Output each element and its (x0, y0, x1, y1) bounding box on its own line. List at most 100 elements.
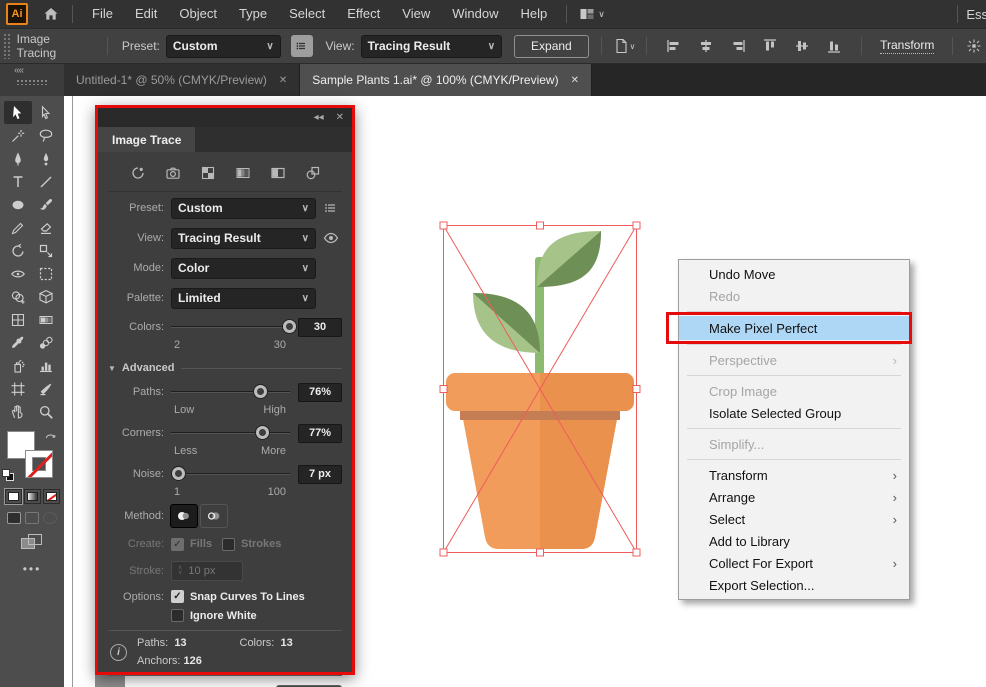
perspective-grid-tool-icon[interactable] (32, 285, 60, 308)
slider-knob[interactable] (172, 467, 185, 480)
paths-value-field[interactable]: 76% (298, 383, 342, 402)
panel-grip[interactable] (3, 33, 11, 59)
document-setup-icon[interactable]: ∨ (610, 35, 639, 57)
context-menu-item[interactable]: Crop Image (679, 380, 909, 402)
paintbrush-tool-icon[interactable] (32, 193, 60, 216)
stroke-swatch[interactable] (25, 450, 53, 478)
ignore-white-checkbox[interactable] (171, 609, 184, 622)
preset-menu-icon[interactable] (320, 200, 342, 216)
align-center-h-tool-icon[interactable] (693, 35, 719, 57)
palette-dropdown[interactable]: Limited ∨ (171, 288, 316, 309)
colors-value-field[interactable]: 30 (298, 318, 342, 337)
context-menu-item[interactable]: Make Pixel Perfect (679, 316, 909, 340)
panel-view-dropdown[interactable]: Tracing Result ∨ (171, 228, 316, 249)
draw-behind-icon[interactable] (25, 512, 39, 524)
width-tool-icon[interactable] (4, 262, 32, 285)
swap-fill-stroke-icon[interactable] (44, 430, 57, 446)
rotate-tool-icon[interactable] (4, 239, 32, 262)
colors-slider[interactable] (171, 320, 290, 334)
gradient-tool-icon[interactable] (32, 308, 60, 331)
color-button[interactable] (5, 489, 22, 504)
line-segment-tool-icon[interactable] (32, 170, 60, 193)
context-menu-item[interactable]: Redo (679, 285, 909, 307)
free-distort-icon[interactable] (961, 35, 986, 57)
gradient-button[interactable] (24, 489, 41, 504)
transform-link[interactable]: Transform (880, 38, 934, 54)
align-right-tool-icon[interactable] (725, 35, 751, 57)
expand-button[interactable]: Expand (514, 35, 589, 58)
align-top-tool-icon[interactable] (757, 35, 783, 57)
collapse-panel-icon[interactable]: ◂◂ (314, 112, 324, 123)
low-color-tool-icon[interactable] (199, 164, 217, 182)
close-panel-icon[interactable]: ✕ (336, 112, 344, 123)
tools-dock-header[interactable]: «« (0, 64, 64, 96)
paths-slider[interactable] (171, 385, 290, 399)
context-menu-item[interactable]: Arrange › (679, 486, 909, 508)
document-tab[interactable]: Sample Plants 1.ai* @ 100% (CMYK/Preview… (300, 64, 592, 96)
default-fill-stroke-icon[interactable] (2, 469, 15, 482)
noise-value-field[interactable]: 7 px (298, 465, 342, 484)
menu-item[interactable]: Edit (124, 0, 168, 28)
column-graph-tool-icon[interactable] (32, 354, 60, 377)
traced-plant-image[interactable] (443, 225, 637, 553)
high-color-tool-icon[interactable] (164, 164, 182, 182)
zoom-tool-icon[interactable] (32, 400, 60, 423)
black-white-tool-icon[interactable] (269, 164, 287, 182)
align-center-v-tool-icon[interactable] (789, 35, 815, 57)
eye-icon[interactable] (320, 230, 342, 246)
free-transform-tool-icon[interactable] (32, 262, 60, 285)
context-menu-item[interactable]: Add to Library (679, 530, 909, 552)
preset-dropdown[interactable]: Custom ∨ (166, 35, 281, 58)
artboard-tool-icon[interactable] (4, 377, 32, 400)
arrange-documents-icon[interactable]: ∨ (579, 6, 605, 22)
screen-mode-icon[interactable] (21, 534, 43, 550)
draw-normal-icon[interactable] (7, 512, 21, 524)
shaper-tool-icon[interactable] (4, 216, 32, 239)
menu-item[interactable]: Effect (336, 0, 391, 28)
context-menu-item[interactable]: Undo Move (679, 263, 909, 285)
menu-item[interactable]: Select (278, 0, 336, 28)
menu-item[interactable]: Help (509, 0, 558, 28)
pen-tool-icon[interactable] (4, 147, 32, 170)
eyedropper-tool-icon[interactable] (4, 331, 32, 354)
stroke-width-stepper[interactable]: ∧∨ 10 px (171, 561, 243, 581)
corners-slider[interactable] (171, 426, 290, 440)
direct-selection-tool-icon[interactable] (32, 101, 60, 124)
mode-dropdown[interactable]: Color ∨ (171, 258, 316, 279)
slider-knob[interactable] (283, 320, 296, 333)
scale-tool-icon[interactable] (32, 239, 60, 262)
edit-toolbar-icon[interactable]: ••• (0, 562, 64, 576)
menu-item[interactable]: View (391, 0, 441, 28)
home-icon[interactable] (38, 6, 64, 22)
noise-slider[interactable] (171, 467, 290, 481)
app-logo-icon[interactable]: Ai (6, 3, 28, 25)
mesh-tool-icon[interactable] (4, 308, 32, 331)
symbol-sprayer-tool-icon[interactable] (4, 354, 32, 377)
eraser-tool-icon[interactable] (32, 216, 60, 239)
close-tab-icon[interactable]: ✕ (279, 75, 287, 86)
outline-tool-icon[interactable] (304, 164, 322, 182)
curvature-tool-icon[interactable] (32, 147, 60, 170)
collapse-dock-icon[interactable]: «« (14, 65, 23, 76)
dock-grip[interactable] (16, 79, 48, 85)
context-menu-item[interactable]: Perspective › (679, 349, 909, 371)
context-menu-item[interactable]: Export Selection... (679, 574, 909, 596)
fills-checkbox[interactable]: ✓ (171, 538, 184, 551)
context-menu-item[interactable]: Select › (679, 508, 909, 530)
image-trace-tab[interactable]: Image Trace (98, 127, 195, 152)
image-trace-panel-icon[interactable] (291, 35, 314, 57)
stepper-arrows-icon[interactable]: ∧∨ (178, 566, 182, 576)
shape-builder-tool-icon[interactable] (4, 285, 32, 308)
menu-item[interactable]: File (81, 0, 124, 28)
align-left-tool-icon[interactable] (661, 35, 687, 57)
close-tab-icon[interactable]: ✕ (571, 75, 579, 86)
slice-tool-icon[interactable] (32, 377, 60, 400)
slider-knob[interactable] (254, 385, 267, 398)
hand-tool-icon[interactable] (4, 400, 32, 423)
ellipse-tool-icon[interactable] (4, 193, 32, 216)
draw-inside-icon[interactable] (43, 512, 57, 524)
panel-preset-dropdown[interactable]: Custom ∨ (171, 198, 316, 219)
type-tool-icon[interactable] (4, 170, 32, 193)
grayscale-tool-icon[interactable] (234, 164, 252, 182)
align-bottom-tool-icon[interactable] (821, 35, 847, 57)
